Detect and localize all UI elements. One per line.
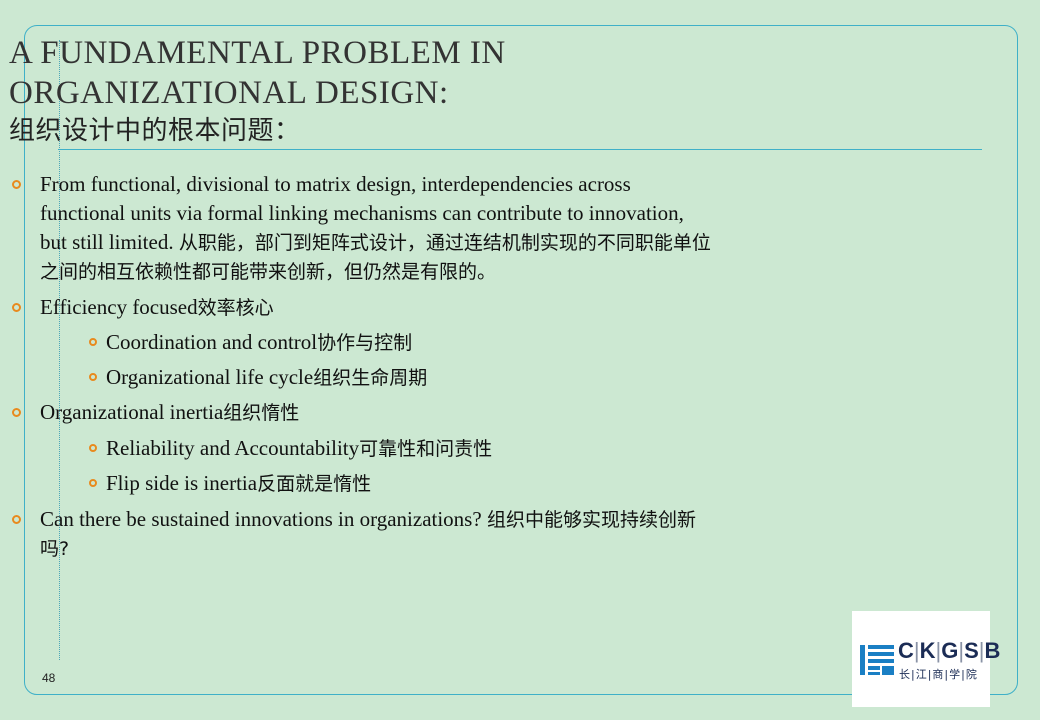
bullet-2b: Organizational life cycle组织生命周期: [106, 363, 427, 393]
bullet-marker-icon: [12, 303, 21, 312]
logo-letter-g: G: [941, 638, 959, 663]
bullet-4: Can there be sustained innovations in or…: [40, 505, 920, 564]
bullet-marker-icon: [12, 515, 21, 524]
ckgsb-logo: C|K|G|S|B 长|江|商|学|院: [852, 611, 1000, 707]
bullet-4-line-1: Can there be sustained innovations in or…: [40, 505, 920, 535]
logo-letter-k: K: [919, 638, 936, 663]
bullet-1: From functional, divisional to matrix de…: [40, 170, 920, 287]
bullet-3b-zh: 反面就是惰性: [257, 473, 372, 495]
bullet-3a-en: Reliability and Accountability: [106, 436, 360, 460]
bullet-1-line-3-zh: 从职能，部门到矩阵式设计，通过连结机制实现的不同职能单位: [178, 232, 711, 254]
title-chinese: 组织设计中的根本问题：: [9, 116, 301, 146]
bullet-3-zh: 组织惰性: [223, 402, 300, 424]
title-underline: [58, 149, 982, 150]
bullet-2a-en: Coordination and control: [106, 330, 318, 354]
title-line-1: A FUNDAMENTAL PROBLEM IN: [9, 35, 506, 71]
sub-bullet-marker-icon: [89, 479, 97, 487]
logo-letter-s: S: [964, 638, 979, 663]
logo-letter-b: B: [984, 638, 1001, 663]
bullet-4-line-2: 吗?: [40, 538, 70, 560]
ckgsb-emblem-icon: [860, 643, 894, 677]
bullet-2a: Coordination and control协作与控制: [106, 328, 412, 358]
bullet-3b-en: Flip side is inertia: [106, 471, 258, 495]
bullet-4-en: Can there be sustained innovations in or…: [40, 507, 487, 531]
bullet-1-line-3-en: but still limited.: [40, 230, 179, 254]
bullet-4-zh: 组织中能够实现持续创新: [486, 509, 696, 531]
page-number: 48: [42, 671, 56, 685]
slide-title: A FUNDAMENTAL PROBLEM IN ORGANIZATIONAL …: [9, 33, 909, 149]
sub-bullet-marker-icon: [89, 444, 97, 452]
bullet-1-line-3: but still limited. 从职能，部门到矩阵式设计，通过连结机制实现…: [40, 228, 920, 258]
bullet-1-line-4: 之间的相互依赖性都可能带来创新，但仍然是有限的。: [40, 261, 497, 283]
bullet-3b: Flip side is inertia反面就是惰性: [106, 469, 371, 499]
bullet-marker-icon: [12, 180, 21, 189]
bullet-1-line-1: From functional, divisional to matrix de…: [40, 172, 631, 196]
bullet-2: Efficiency focused效率核心: [40, 293, 274, 323]
bullet-3-en: Organizational inertia: [40, 400, 224, 424]
bullet-3: Organizational inertia组织惰性: [40, 398, 299, 428]
bullet-2a-zh: 协作与控制: [317, 332, 413, 354]
bullet-1-line-2: functional units via formal linking mech…: [40, 201, 684, 225]
bullet-marker-icon: [12, 408, 21, 417]
logo-letter-c: C: [898, 638, 914, 663]
bullet-2-en: Efficiency focused: [40, 295, 198, 319]
bullet-3a-zh: 可靠性和问责性: [359, 438, 493, 460]
logo-wordmark: C|K|G|S|B: [898, 638, 1000, 664]
bullet-2-zh: 效率核心: [197, 297, 274, 319]
bullet-2b-en: Organizational life cycle: [106, 365, 314, 389]
sub-bullet-marker-icon: [89, 373, 97, 381]
bullet-3a: Reliability and Accountability可靠性和问责性: [106, 434, 492, 464]
bullet-2b-zh: 组织生命周期: [313, 367, 428, 389]
title-line-2: ORGANIZATIONAL DESIGN:: [9, 75, 449, 111]
logo-chinese-name: 长|江|商|学|院: [899, 668, 978, 681]
sub-bullet-marker-icon: [89, 338, 97, 346]
